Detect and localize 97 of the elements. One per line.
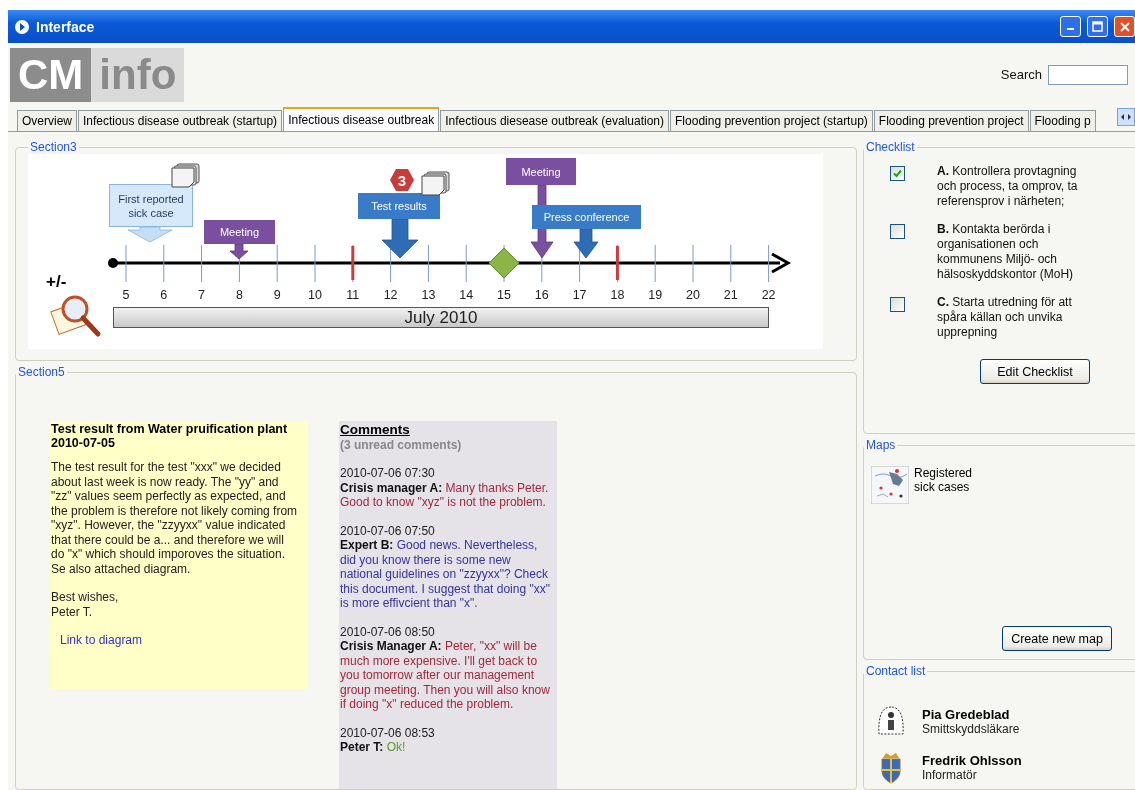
section-title: Section5	[17, 366, 66, 379]
count-badge: 3	[390, 169, 414, 191]
event-label[interactable]: Meeting	[204, 220, 275, 244]
maximize-icon	[1092, 21, 1103, 32]
section-title: Contact list	[865, 665, 927, 678]
tab[interactable]: Flooding p	[1029, 110, 1096, 131]
logo-text: info	[91, 47, 185, 102]
comment-text: Peter T: Ok!	[340, 740, 407, 755]
zoom-label[interactable]: +/-	[46, 272, 67, 292]
checkbox[interactable]	[890, 224, 905, 239]
tick-label: 13	[421, 288, 436, 302]
comment-text: Crisis Manager A: Peter, "xx" will be much more expensive. I'll get back to you tomorrow after our management group meeting. Then you will also know if doing "x" reduced the problem.	[340, 639, 551, 712]
tick-label: 20	[686, 288, 700, 302]
tick-label: 15	[497, 288, 511, 302]
tick-label: 11	[346, 288, 360, 302]
comment-text: Crisis manager A: Many thanks Peter. Good to know "xyz" is not the problem.	[340, 480, 550, 510]
note-text: Peter T.	[51, 604, 94, 619]
tick-label: 5	[122, 288, 130, 302]
pointer-arrow	[127, 226, 173, 243]
tab[interactable]: Overview	[17, 110, 77, 131]
note-title: Test result from Water pruification plant 2010-07-05	[51, 422, 289, 450]
section-title: Maps	[865, 439, 897, 452]
tab[interactable]: Infectious disease outbreak (startup)	[78, 110, 283, 131]
tick-label: 22	[761, 288, 776, 302]
note-text: Best wishes,	[51, 590, 120, 605]
pointer-arrow	[229, 243, 249, 260]
comment-time: 2010-07-06 08:50	[340, 624, 436, 639]
tick-label: 19	[648, 288, 663, 302]
close-icon	[1119, 21, 1130, 32]
event-label[interactable]: First reported sick case	[109, 184, 193, 227]
tick-label: 14	[459, 288, 474, 302]
logo-text: CM	[10, 47, 92, 102]
contact-role: Smittskyddsläkare	[922, 721, 1020, 736]
maximize-button[interactable]	[1087, 16, 1108, 37]
scroll-arrows-icon	[1120, 113, 1132, 121]
tick-mark	[692, 244, 694, 283]
comments-title: Comments	[340, 423, 411, 438]
tab-scroll-button[interactable]	[1117, 108, 1135, 126]
comment-time: 2010-07-06 07:50	[340, 523, 436, 538]
unread-count: (3 unread comments)	[340, 437, 463, 452]
section-title: Section3	[29, 141, 78, 154]
comment-time: 2010-07-06 07:30	[340, 466, 436, 481]
event-label[interactable]: Meeting	[506, 158, 576, 185]
comment-text: Expert B: Good news. Nevertheless, did you know there is some new national guidelines on "zzyyxx"? Check this document. I suggest that doing "xx" is more effivcient than "x".	[340, 538, 551, 611]
tick-label: 18	[610, 288, 625, 302]
tick-mark	[730, 244, 732, 283]
tick-mark	[427, 244, 429, 283]
tick-mark	[125, 244, 127, 283]
milestone-diamond	[488, 247, 520, 279]
map-label[interactable]: Registered sick cases	[914, 466, 984, 504]
note-text: The test result for the test "xxx" we decided about last week is now ready. The "yy" and "zz" values seem perfectly as expected, and the problem is therefore not likely coming from "xyz". However, the "zzyyxx" value indicated that there could be a... and therefore we will do "x" which should imporoves the situation. Se also attached diagram.	[51, 460, 299, 576]
search-label: Search	[1000, 67, 1042, 82]
contact-role: Informatör	[922, 767, 978, 782]
deadline-marker	[351, 246, 355, 280]
tick-label: 12	[383, 288, 398, 302]
tick-mark	[314, 244, 316, 283]
tick-mark	[163, 244, 165, 283]
contact-name[interactable]: Pia Gredeblad	[922, 706, 1020, 722]
checklist-text: B. Kontakta berörda i organisationen och kommunens Miljö- och hälsoskyddskontor (MoH)	[937, 222, 1075, 282]
tab[interactable]: Flooding prevention project (startup)	[670, 110, 873, 131]
tick-label: 10	[308, 288, 322, 302]
tick-label: 6	[160, 288, 168, 302]
comment-time: 2010-07-06 08:53	[340, 725, 436, 740]
app-icon	[14, 18, 30, 35]
tick-mark	[768, 244, 770, 283]
search-field[interactable]	[1048, 64, 1128, 85]
pointer-arrow	[381, 218, 419, 259]
event-label[interactable]: Test results	[358, 193, 440, 219]
tick-mark	[465, 244, 467, 283]
tick-label: 16	[534, 288, 549, 302]
diagram-link[interactable]: Link to diagram	[60, 633, 143, 648]
close-button[interactable]	[1114, 16, 1135, 37]
checklist-text: C. Starta utredning för att spåra källan och unvika upprepning	[937, 295, 1073, 340]
month-label: July 2010	[113, 307, 769, 328]
section-title: Checklist	[865, 141, 916, 154]
tick-mark	[201, 244, 203, 283]
create-map-button[interactable]: Create new map	[1002, 626, 1112, 651]
tick-label: 8	[235, 288, 243, 302]
window-title: Interface	[36, 18, 96, 35]
checkbox[interactable]	[890, 166, 905, 181]
checkbox[interactable]	[890, 297, 905, 312]
tick-mark	[654, 244, 656, 283]
event-label[interactable]: Press conference	[532, 205, 641, 229]
tick-label: 21	[723, 288, 738, 302]
tab[interactable]: Infectious diesease outbreak (evaluation)	[440, 110, 670, 131]
tick-label: 7	[198, 288, 206, 302]
deadline-marker	[615, 246, 619, 280]
tab[interactable]: Flooding prevention project	[873, 110, 1029, 131]
tick-label: 9	[273, 288, 281, 302]
minimize-button[interactable]	[1060, 16, 1081, 37]
tick-label: 17	[572, 288, 587, 302]
checklist-text: A. Kontrollera provtagning och process, ta omprov, ta referensprov i närheten;	[937, 164, 1079, 209]
tick-mark	[276, 244, 278, 283]
contact-name[interactable]: Fredrik Ohlsson	[922, 752, 1022, 768]
pointer-arrow	[573, 228, 599, 259]
tab[interactable]: Infectious disease outbreak	[283, 107, 440, 131]
edit-checklist-button[interactable]: Edit Checklist	[980, 359, 1090, 384]
